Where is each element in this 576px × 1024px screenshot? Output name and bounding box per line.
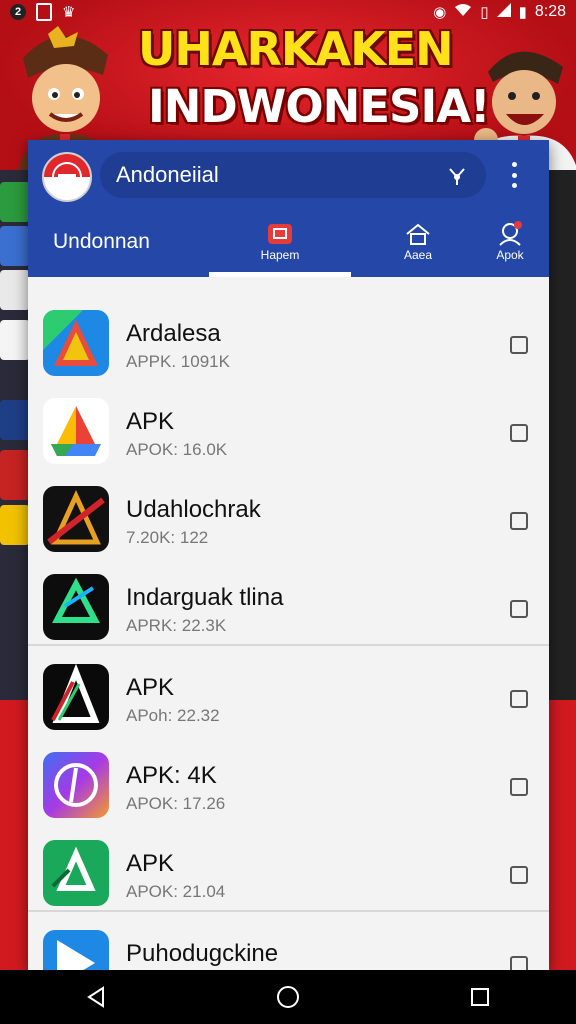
list-item[interactable]: Ardalesa APPK. 1091K: [28, 292, 549, 380]
alarm-icon: ◉: [433, 4, 447, 21]
status-bar: 2 ♛ ◉ ▯ ▮ 8:28: [0, 0, 576, 24]
app-meta: APPK. 1091K: [126, 352, 230, 371]
apk-green-dark-icon: [43, 574, 109, 640]
select-checkbox[interactable]: [510, 512, 528, 530]
app-name: APK: [126, 850, 175, 877]
person-icon: [496, 220, 524, 248]
apk-black-a-icon: [43, 664, 109, 730]
app-meta: APoh: 22.32: [126, 706, 220, 725]
more-options-icon[interactable]: [510, 162, 518, 188]
app-meta: APRK: 22.3K: [126, 616, 227, 635]
apk-green-icon: [43, 840, 109, 906]
apk-purple-icon: [43, 752, 109, 818]
select-checkbox[interactable]: [510, 424, 528, 442]
list-item[interactable]: APK APOK: 16.0K: [28, 380, 549, 468]
signal-icon: [496, 3, 511, 21]
sim-icon: [36, 3, 52, 21]
app-logo[interactable]: [42, 152, 92, 202]
home-icon: [404, 220, 432, 248]
wifi-icon: [454, 3, 472, 21]
app-name: APK: [126, 674, 175, 701]
tab-apok-label: Apok: [496, 248, 524, 262]
notification-badge-icon: 2: [10, 4, 26, 20]
background-app-strip-left: [0, 170, 30, 700]
recents-icon[interactable]: [460, 977, 500, 1017]
search-bar[interactable]: Andoneiial: [100, 152, 486, 198]
battery-icon: ▯: [480, 4, 489, 21]
app-name: APK: 4K: [126, 762, 217, 789]
back-icon[interactable]: [76, 977, 116, 1017]
background-app-strip-right: [548, 170, 576, 700]
list-item[interactable]: APK APoh: 22.32: [28, 646, 549, 734]
app-meta: 7.20K: 122: [126, 528, 209, 547]
app-name: Puhodugckine: [126, 940, 279, 967]
app-name: Indarguak tlina: [126, 584, 284, 611]
tab-hapem-label: Hapem: [260, 248, 300, 262]
list-item[interactable]: APK APOK: 21.04: [28, 822, 549, 910]
share-icon[interactable]: [444, 162, 470, 188]
home-button-icon[interactable]: [268, 977, 308, 1017]
system-nav-bar: [0, 970, 576, 1024]
app-name: Ardalesa: [126, 320, 221, 347]
select-checkbox[interactable]: [510, 336, 528, 354]
app-meta: APOK: 21.04: [126, 882, 226, 901]
app-list: Ardalesa APPK. 1091K APK APOK: 16.0K Uda…: [28, 292, 549, 970]
tab-aaea-label: Aaea: [403, 248, 433, 262]
app-name: APK: [126, 408, 175, 435]
app-meta: APOK: 16.0K: [126, 440, 228, 459]
app-name: Udahlochrak: [126, 496, 261, 523]
battery-full-icon: ▮: [518, 4, 527, 21]
crown-icon: ♛: [62, 4, 76, 21]
appbar-title: Undonnan: [53, 230, 150, 253]
apk-colorful-icon: [43, 310, 109, 376]
select-checkbox[interactable]: [510, 778, 528, 796]
tab-aaea[interactable]: Aaea: [378, 220, 458, 262]
search-input[interactable]: Andoneiial: [116, 162, 444, 188]
app-window: Andoneiial Undonnan Hapem Aaea Apok Arda…: [28, 140, 549, 970]
tab-hapem[interactable]: Hapem: [240, 220, 320, 262]
apk-dark-icon: [43, 486, 109, 552]
list-item[interactable]: Puhodugckine: [28, 912, 549, 970]
app-bar: Andoneiial Undonnan Hapem Aaea Apok: [28, 140, 549, 277]
list-item[interactable]: APK: 4K APOK: 17.26: [28, 734, 549, 822]
select-checkbox[interactable]: [510, 600, 528, 618]
apk-blue-icon: [43, 930, 109, 970]
banner-subtitle: INDWONESIA!: [148, 80, 491, 133]
clock: 8:28: [534, 3, 566, 20]
list-item[interactable]: Udahlochrak 7.20K: 122: [28, 468, 549, 556]
select-checkbox[interactable]: [510, 690, 528, 708]
tab-apok[interactable]: Apok: [470, 220, 549, 262]
tv-icon: [267, 220, 293, 248]
active-tab-indicator: [209, 272, 351, 277]
banner-title: UHARKAKEN: [138, 22, 454, 76]
list-item[interactable]: Indarguak tlina APRK: 22.3K: [28, 556, 549, 644]
app-meta: APOK: 17.26: [126, 794, 226, 813]
apk-google-icon: [43, 398, 109, 464]
select-checkbox[interactable]: [510, 866, 528, 884]
select-checkbox[interactable]: [510, 956, 528, 970]
